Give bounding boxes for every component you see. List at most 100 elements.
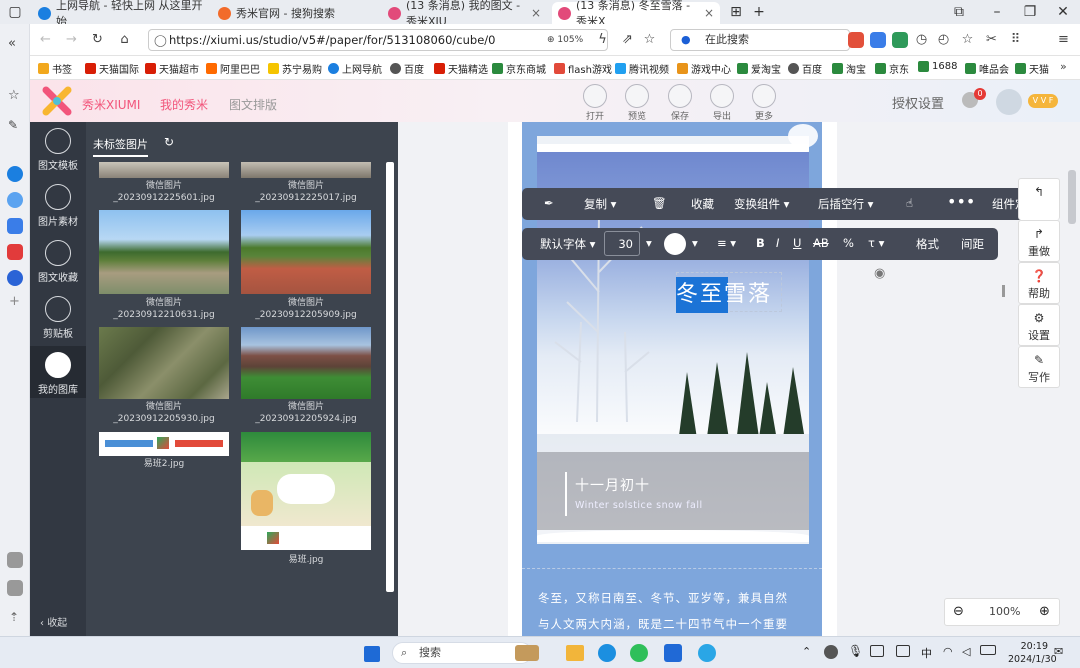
tools-icon[interactable]: ✂ (984, 32, 999, 47)
more-label[interactable]: 更多 (746, 109, 782, 122)
font-size-input[interactable]: 30 (604, 231, 640, 256)
undo-button[interactable]: ↰ (1018, 178, 1060, 220)
bookmark-item[interactable]: 天猫精选 (434, 61, 488, 76)
bookmark-item[interactable]: 京东 (875, 61, 909, 76)
search-box[interactable]: ● 在此搜索 (670, 29, 850, 51)
gallery-scrollbar[interactable] (386, 162, 394, 592)
article-subtitle[interactable]: Winter solstice snow fall (575, 500, 703, 511)
bookmark-item[interactable]: 上网导航 (328, 61, 382, 76)
bookmark-item[interactable]: 阿里巴巴 (206, 61, 260, 76)
upload-icon[interactable]: ⇡ (9, 610, 19, 624)
app-news-icon[interactable] (7, 244, 23, 260)
help-button[interactable]: ❓ 帮助 (1018, 262, 1060, 304)
widget-icon[interactable] (515, 645, 539, 661)
app-paw-icon[interactable] (7, 192, 23, 208)
zoom-out-icon[interactable]: ⊖ (953, 604, 964, 619)
tab-active-article[interactable]: (13 条消息) 冬至雪落 - 秀米X × (552, 0, 720, 28)
pin-icon[interactable]: ✒ (544, 196, 554, 210)
tray-chevron-icon[interactable]: ⌃ (802, 645, 811, 658)
sidebar-item-my-gallery[interactable]: 我的图库 (30, 346, 86, 398)
brand-name[interactable]: 秀米XIUMI (82, 96, 140, 113)
wechat-icon[interactable] (630, 644, 648, 662)
notification-icon[interactable]: ✉ (1054, 645, 1063, 658)
align-icon[interactable]: ≡ ▾ (717, 236, 736, 250)
image-thumbnail[interactable] (241, 327, 371, 399)
close-icon[interactable]: × (531, 6, 541, 20)
new-tab-icon[interactable]: + (750, 3, 768, 21)
bookmark-item[interactable]: 百度 (788, 61, 822, 76)
microphone-icon[interactable]: 🎙 (848, 644, 863, 658)
image-thumbnail[interactable] (99, 162, 229, 178)
explorer-icon[interactable] (566, 645, 584, 661)
open-label[interactable]: 打开 (577, 109, 613, 122)
bookmark-item[interactable]: 腾讯视频 (615, 61, 669, 76)
bookmark-item[interactable]: 天猫国际 (85, 61, 139, 76)
open-icon[interactable] (583, 84, 607, 108)
nav-my-xiumi[interactable]: 我的秀米 (160, 96, 208, 113)
auth-settings[interactable]: 授权设置 (892, 93, 944, 112)
home-icon[interactable]: ⌂ (117, 32, 132, 47)
minimize-icon[interactable]: – (988, 3, 1006, 21)
forward-icon[interactable]: → (64, 32, 79, 47)
image-thumbnail[interactable] (241, 210, 371, 294)
image-thumbnail[interactable] (99, 432, 229, 456)
share-icon[interactable]: ⇗ (620, 32, 635, 47)
start-icon[interactable] (364, 646, 380, 662)
bookmark-item[interactable]: 游戏中心 (677, 61, 731, 76)
ext-1-icon[interactable] (848, 32, 864, 48)
settings-button[interactable]: ⚙ 设置 (1018, 304, 1060, 346)
save-icon[interactable] (668, 84, 692, 108)
app-clock-icon[interactable] (7, 270, 23, 286)
screenshot-icon[interactable] (7, 580, 23, 596)
bold-button[interactable]: B (756, 236, 765, 250)
bookmark-item[interactable]: flash游戏 (554, 61, 612, 76)
export-icon[interactable] (710, 84, 734, 108)
color-dropdown-icon[interactable]: ▾ (692, 236, 698, 250)
star-icon[interactable]: ☆ (8, 88, 20, 103)
zoom-indicator[interactable]: ⊕ 105% (547, 30, 583, 50)
format-button[interactable]: 格式 (916, 236, 939, 252)
font-select[interactable]: 默认字体 ▾ (540, 236, 595, 252)
spacing-button[interactable]: 间距 (961, 236, 984, 252)
pen-icon[interactable]: ✎ (8, 118, 18, 132)
bookmark-item[interactable]: 唯品会 (965, 61, 1009, 76)
image-thumbnail[interactable] (241, 162, 371, 178)
image-thumbnail[interactable] (241, 432, 371, 550)
font-size-dropdown-icon[interactable]: ▾ (646, 236, 652, 250)
bookmark-item[interactable]: 京东商城 (492, 61, 546, 76)
collect-button[interactable]: 收藏 (691, 196, 714, 212)
app-q-icon[interactable] (7, 166, 23, 182)
battery-icon[interactable] (980, 645, 996, 655)
keyboard-icon[interactable] (896, 645, 910, 657)
eye-icon[interactable]: ◉ (874, 266, 885, 281)
ext-2-icon[interactable] (870, 32, 886, 48)
article-title[interactable]: 冬至雪落 (676, 276, 772, 308)
nav-layout[interactable]: 图文排版 (229, 96, 277, 113)
menu-icon[interactable]: ≡ (1056, 32, 1071, 47)
image-thumbnail[interactable] (99, 327, 229, 399)
bookmark-item[interactable]: 百度 (390, 61, 424, 76)
wifi-icon[interactable]: ◠ (943, 645, 953, 658)
back-icon[interactable]: ← (38, 32, 53, 47)
tab-nav[interactable]: 上网导航 - 轻快上网 从这里开始 (32, 0, 207, 28)
address-bar[interactable]: ◯ https://xiumi.us/studio/v5#/paper/for/… (148, 29, 608, 51)
clear-format-icon[interactable]: % (843, 236, 854, 250)
avatar[interactable] (996, 89, 1022, 115)
page-scrollbar[interactable] (1068, 170, 1076, 224)
maximize-icon[interactable]: ❐ (1021, 3, 1039, 21)
article-body-line[interactable]: 与人文两大内涵，既是二十四节气中一个重要 (538, 616, 788, 632)
app-weibo-icon[interactable] (7, 218, 23, 234)
grid-icon[interactable]: ⠿ (1008, 32, 1023, 47)
write-button[interactable]: ✎ 写作 (1018, 346, 1060, 388)
export-label[interactable]: 导出 (704, 109, 740, 122)
text-style-icon[interactable]: τ ▾ (868, 236, 884, 250)
collapse-rail-icon[interactable]: « (8, 36, 16, 51)
browser-app-icon[interactable] (698, 644, 716, 662)
bookmark-item[interactable]: 爱淘宝 (737, 61, 781, 76)
favorites-icon[interactable]: ☆ (960, 32, 975, 47)
refresh-icon[interactable]: ↻ (164, 135, 174, 149)
tab-search[interactable]: 秀米官网 - 搜狗搜索 (212, 2, 372, 24)
redo-button[interactable]: ↱ 重做 (1018, 220, 1060, 262)
zoom-in-icon[interactable]: ⊕ (1039, 604, 1050, 619)
app-icon[interactable] (664, 644, 682, 662)
